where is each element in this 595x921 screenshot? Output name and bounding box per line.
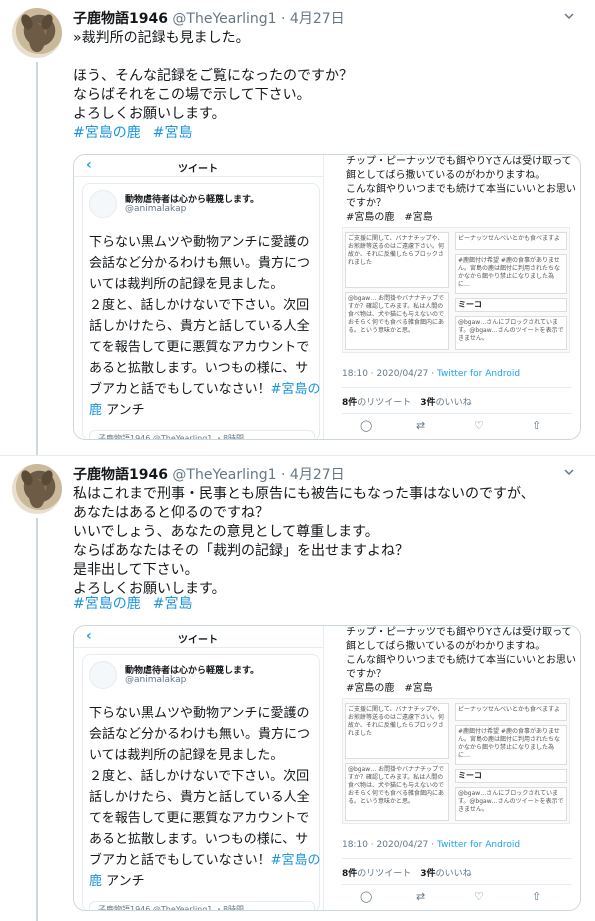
hashtags: #宮島の鹿 #宮島 xyxy=(73,595,204,614)
like-count: 3件 xyxy=(420,869,436,879)
tweet-image[interactable]: ‹ ツイート 動物虐待者は心から軽蔑します。 @animalakap 下らない黒… xyxy=(73,625,581,911)
thread-line xyxy=(36,62,38,455)
tweet-header: 子鹿物語1946 @TheYearling1 · 4月27日 xyxy=(73,464,345,484)
screenshot-header: ‹ ツイート xyxy=(74,155,324,177)
separator: · xyxy=(281,467,286,483)
nested-box: @bgaw…さんにブロックされています。@bgaw…さんのツイートを表示できませ… xyxy=(455,787,567,821)
nested-box: ご支援に関して、バナナチップや、お煎餅等送るのはご遠慮下さい。何故か、それに反備… xyxy=(345,232,449,288)
client-label: Twitter for Android xyxy=(436,840,521,850)
quoted-reply-preview: 子鹿物語1946 @TheYearling1 ・8時間 xyxy=(89,430,315,439)
reply-icon: ◯ xyxy=(360,419,373,432)
tweet-text: »裁判所の記録も見ました。 ほう、そんな記録をご覧になったのですか？ ならばそれ… xyxy=(73,30,353,122)
tweet-date[interactable]: 4月27日 xyxy=(290,467,345,483)
screenshot-header-title: ツイート xyxy=(178,635,218,646)
tweet-date[interactable]: 4月27日 xyxy=(290,11,345,27)
like-label: のいいね xyxy=(435,869,472,879)
screenshot-actions: ◯ ⇄ ♡ ⇧ xyxy=(342,890,572,906)
screenshot-timestamp: 18:10 · 2020/04/27 · Twitter for Android xyxy=(342,369,520,379)
author-handle[interactable]: @TheYearling1 xyxy=(172,467,276,483)
screenshot-header-title: ツイート xyxy=(178,164,218,175)
screenshot-actions: ◯ ⇄ ♡ ⇧ xyxy=(342,419,572,435)
like-count: 3件 xyxy=(420,398,436,408)
screenshot-timestamp: 18:10 · 2020/04/27 · Twitter for Android xyxy=(342,840,520,850)
avatar[interactable] xyxy=(12,464,62,514)
chevron-down-icon[interactable] xyxy=(561,466,577,482)
divider xyxy=(342,413,572,414)
separator: · xyxy=(281,11,286,27)
quoted-tweet: 動物虐待者は心から軽蔑します。 @animalakap 下らない黒ムツや動物アン… xyxy=(82,183,321,439)
hashtags: #宮島の鹿 #宮島 xyxy=(73,124,204,143)
share-icon: ⇧ xyxy=(532,419,542,432)
nested-screenshot: ご支援に関して、バナナチップや、お煎餅等送るのはご遠慮下さい。何故か、それに反備… xyxy=(342,698,570,824)
thread-line xyxy=(36,518,38,921)
nested-box: #鹿餌付け希望 #鹿の食事がありません。宮島の鹿は餌付に判用されたちなかなから餌… xyxy=(455,254,567,294)
hashtag-link[interactable]: #宮島の鹿 xyxy=(73,596,141,612)
tweet-1[interactable]: 子鹿物語1946 @TheYearling1 · 4月27日 »裁判所の記録も見… xyxy=(0,0,595,455)
retweet-count: 8件 xyxy=(342,869,358,879)
nested-box: ピーナッツせんべいとかも食べますよ xyxy=(455,703,567,721)
quoted-text-block: 下らない黒ムツや動物アンチに愛護の会話など分かるわけも無い。貴方については裁判所… xyxy=(89,232,321,421)
timestamp-text: 18:10 · 2020/04/27 · xyxy=(342,369,437,379)
screenshot-left-panel: ‹ ツイート 動物虐待者は心から軽蔑します。 @animalakap 下らない黒… xyxy=(74,155,324,439)
quoted-tweet: 動物虐待者は心から軽蔑します。 @animalakap 下らない黒ムツや動物アン… xyxy=(82,654,321,910)
quoted-text-block: 下らない黒ムツや動物アンチに愛護の会話など分かるわけも無い。貴方については裁判所… xyxy=(89,703,321,892)
screenshot-tweet-text: チップ・ピーナッツでも餌やりYさんは受け取って餌としてばら撒いているのがわかりま… xyxy=(346,156,576,223)
heart-icon: ♡ xyxy=(474,419,484,432)
avatar[interactable] xyxy=(12,8,62,58)
quoted-handle: @animalakap xyxy=(125,204,187,214)
nested-box: ご支援に関して、バナナチップや、お煎餅等送るのはご遠慮下さい。何故か、それに反備… xyxy=(345,703,449,759)
quoted-avatar xyxy=(89,661,117,689)
divider xyxy=(342,884,572,885)
timestamp-text: 18:10 · 2020/04/27 · xyxy=(342,840,437,850)
author-name[interactable]: 子鹿物語1946 xyxy=(73,11,168,27)
chevron-down-icon[interactable] xyxy=(561,10,577,26)
screenshot-left-panel: ‹ ツイート 動物虐待者は心から軽蔑します。 @animalakap 下らない黒… xyxy=(74,626,324,910)
hashtag-link[interactable]: #宮島 xyxy=(153,125,193,141)
quoted-text: 下らない黒ムツや動物アンチに愛護の会話など分かるわけも無い。貴方については裁判所… xyxy=(89,235,311,397)
arrow-left-icon: ‹ xyxy=(86,157,92,173)
nested-name: ミーコ xyxy=(455,769,567,783)
quoted-text: 下らない黒ムツや動物アンチに愛護の会話など分かるわけも無い。貴方については裁判所… xyxy=(89,706,311,868)
divider xyxy=(342,387,572,388)
like-label: のいいね xyxy=(435,398,472,408)
retweet-label: のリツイート xyxy=(357,869,412,879)
tweet-image[interactable]: ‹ ツイート 動物虐待者は心から軽蔑します。 @animalakap 下らない黒… xyxy=(73,154,581,440)
tweet-header: 子鹿物語1946 @TheYearling1 · 4月27日 xyxy=(73,8,345,28)
quoted-handle: @animalakap xyxy=(125,675,187,685)
screenshot-header: ‹ ツイート xyxy=(74,626,324,648)
nested-box: @bgaw… お問掛やバナナチップですか？確認してみます。私は人間の食べ物は、犬… xyxy=(345,292,449,350)
retweet-label: のリツイート xyxy=(357,398,412,408)
quoted-avatar xyxy=(89,190,117,218)
hashtag-link[interactable]: #宮島 xyxy=(153,596,193,612)
quoted-reply-preview: 子鹿物語1946 @TheYearling1 ・8時間 xyxy=(89,901,315,910)
arrow-left-icon: ‹ xyxy=(86,628,92,644)
reply-icon: ◯ xyxy=(360,890,373,903)
screenshot-right-panel: チップ・ピーナッツでも餌やりYさんは受け取って餌としてばら撒いているのがわかりま… xyxy=(326,155,580,439)
retweet-icon: ⇄ xyxy=(416,419,426,432)
tweet-text: 私はこれまで刑事・民事とも原告にも被告にもなった事はないのですが、 あなたはある… xyxy=(73,486,535,597)
retweet-icon: ⇄ xyxy=(416,890,426,903)
screenshot-right-panel: チップ・ピーナッツでも餌やりYさんは受け取って餌としてばら撒いているのがわかりま… xyxy=(326,626,580,910)
author-handle[interactable]: @TheYearling1 xyxy=(172,11,276,27)
share-icon: ⇧ xyxy=(532,890,542,903)
nested-box: ピーナッツせんべいとかも食べますよ xyxy=(455,232,567,250)
nested-box: @bgaw… お問掛やバナナチップですか？確認してみます。私は人間の食べ物は、犬… xyxy=(345,763,449,821)
screenshot-stats: 8件のリツイート 3件のいいね xyxy=(342,395,472,408)
nested-box: @bgaw…さんにブロックされています。@bgaw…さんのツイートを表示できませ… xyxy=(455,316,567,350)
nested-name: ミーコ xyxy=(455,298,567,312)
nested-box: #鹿餌付け希望 #鹿の食事がありません。宮島の鹿は餌付に判用されたちなかなから餌… xyxy=(455,725,567,765)
heart-icon: ♡ xyxy=(474,890,484,903)
quoted-tail: アンチ xyxy=(102,403,145,418)
divider xyxy=(342,858,572,859)
hashtag-link[interactable]: #宮島の鹿 xyxy=(73,125,141,141)
tweet-2[interactable]: 子鹿物語1946 @TheYearling1 · 4月27日 私はこれまで刑事・… xyxy=(0,455,595,921)
screenshot-tweet-text: チップ・ピーナッツでも餌やりYさんは受け取って餌としてばら撒いているのがわかりま… xyxy=(346,627,576,694)
retweet-count: 8件 xyxy=(342,398,358,408)
nested-screenshot: ご支援に関して、バナナチップや、お煎餅等送るのはご遠慮下さい。何故か、それに反備… xyxy=(342,227,570,353)
screenshot-stats: 8件のリツイート 3件のいいね xyxy=(342,866,472,879)
quoted-tail: アンチ xyxy=(102,874,145,889)
client-label: Twitter for Android xyxy=(436,369,521,379)
author-name[interactable]: 子鹿物語1946 xyxy=(73,467,168,483)
